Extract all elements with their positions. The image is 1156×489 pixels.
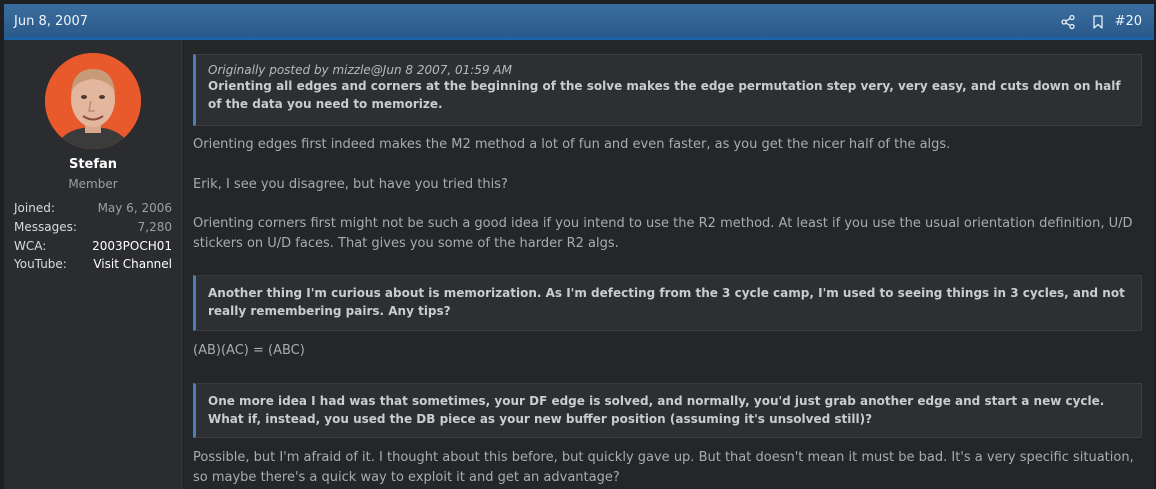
stat-label: Joined: [14,201,55,215]
stat-messages: Messages: 7,280 [14,220,172,238]
stat-joined: Joined: May 6, 2006 [14,201,172,219]
quote-attribution[interactable]: Originally posted by mizzle@Jun 8 2007, … [208,63,1129,77]
stat-youtube: YouTube: Visit Channel [14,257,172,275]
post-header: Jun 8, 2007 #20 [4,4,1154,40]
avatar-face-image [45,53,141,149]
bookmark-icon[interactable] [1090,14,1106,30]
user-info-panel: Stefan Member Joined: May 6, 2006 Messag… [4,40,182,489]
wca-id-link[interactable]: 2003POCH01 [92,239,172,253]
share-icon[interactable] [1060,14,1076,30]
stat-value: 7,280 [137,220,172,234]
quote-text: One more idea I had was that sometimes, … [208,394,1105,426]
quote-block: Another thing I'm curious about is memor… [193,275,1142,331]
avatar[interactable] [45,53,141,149]
quote-text: Orienting all edges and corners at the b… [208,79,1121,111]
stat-label: Messages: [14,220,77,234]
post-paragraph: (AB)(AC) = (ABC) [193,343,305,358]
user-title: Member [68,177,118,191]
stat-label: YouTube: [14,257,67,271]
post-paragraph: Orienting corners first might not be suc… [193,216,1133,251]
post-date-link[interactable]: Jun 8, 2007 [14,14,88,29]
stat-value: May 6, 2006 [97,201,172,215]
quote-text: Another thing I'm curious about is memor… [208,286,1125,318]
post-number-link[interactable]: #20 [1115,14,1142,29]
message-post: Jun 8, 2007 #20 Stefan Member Joined: Ma… [4,4,1154,489]
quote-block: Originally posted by mizzle@Jun 8 2007, … [193,54,1142,126]
username-link[interactable]: Stefan [4,157,182,172]
post-paragraph: Possible, but I'm afraid of it. I though… [193,450,1134,485]
stat-wca: WCA: 2003POCH01 [14,239,172,257]
post-paragraph: Orienting edges first indeed makes the M… [193,137,951,152]
stat-label: WCA: [14,239,47,253]
quote-block: One more idea I had was that sometimes, … [193,383,1142,438]
post-paragraph: Erik, I see you disagree, but have you t… [193,177,508,192]
youtube-channel-link[interactable]: Visit Channel [93,257,172,271]
